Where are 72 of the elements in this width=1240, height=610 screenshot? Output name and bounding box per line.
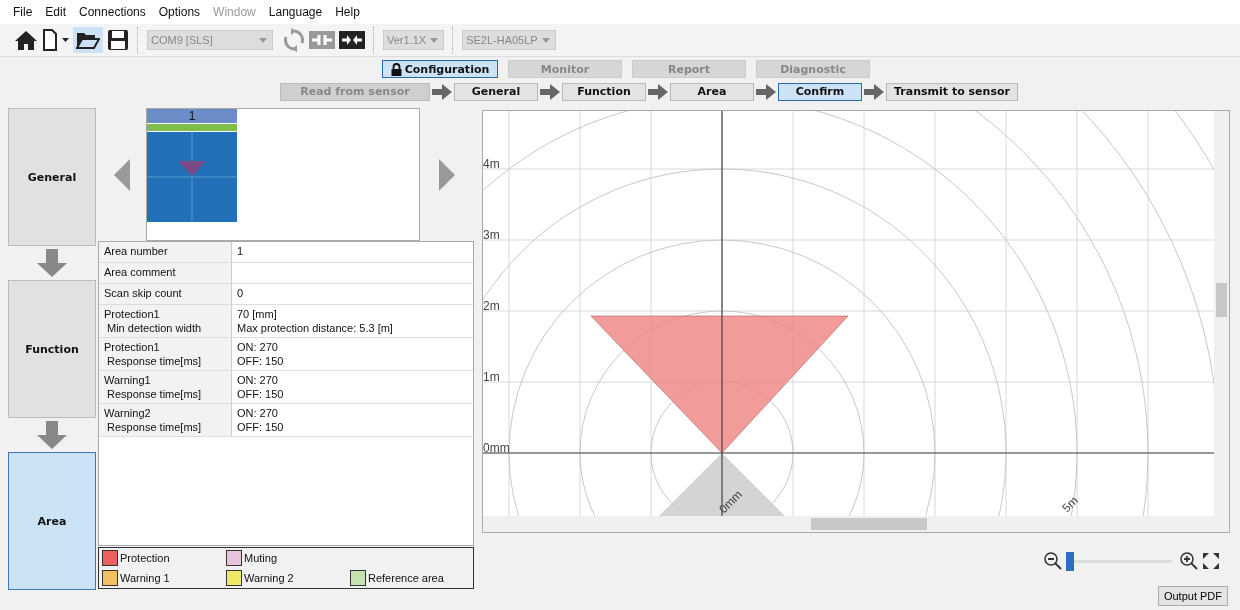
legend-label: Reference area (368, 572, 444, 584)
zoom-out-icon[interactable] (1044, 552, 1062, 570)
menu-item[interactable]: Options (158, 5, 201, 19)
output-pdf-button[interactable]: Output PDF (1157, 586, 1228, 606)
save-icon[interactable] (107, 29, 129, 51)
horizontal-scrollbar[interactable] (483, 516, 1229, 532)
zoom-in-icon[interactable] (1180, 552, 1198, 570)
property-value: OFF: 150 (237, 354, 285, 368)
property-value: OFF: 150 (237, 387, 285, 401)
arrow-right-icon (864, 83, 884, 100)
menu-item[interactable]: Help (335, 5, 360, 19)
sidebar-step-button[interactable]: General (8, 108, 96, 246)
step-button[interactable]: General (454, 82, 538, 101)
step-button[interactable]: Transmit to sensor (886, 82, 1018, 101)
property-label: Response time[ms] (106, 387, 203, 401)
property-label: Scan skip count (104, 286, 183, 300)
menu-item[interactable]: File (13, 5, 33, 19)
next-arrow-icon[interactable] (439, 158, 455, 191)
legend-label: Warning 1 (120, 572, 170, 584)
sidebar-step-button[interactable]: Function (8, 280, 96, 418)
property-label: Warning2 (104, 406, 152, 420)
arrow-right-icon (756, 83, 776, 100)
legend-label: Warning 2 (244, 572, 294, 584)
property-value: Max protection distance: 5.3 [m] (237, 321, 394, 335)
arrow-down-icon (37, 421, 67, 449)
property-label: Protection1 (104, 340, 161, 354)
distance-label: 4m (483, 157, 500, 171)
step-button[interactable]: Confirm (778, 82, 862, 101)
lock-icon (390, 62, 402, 76)
property-value: 0 (237, 286, 245, 300)
caret-icon[interactable] (62, 38, 69, 42)
previous-arrow-icon[interactable] (114, 158, 130, 191)
distance-label: 0mm (483, 441, 510, 455)
property-value: 1 (237, 244, 245, 258)
property-label: Protection1 (104, 307, 161, 321)
property-label: Warning1 (104, 373, 152, 387)
property-value: ON: 270 (237, 406, 279, 420)
distance-label: 3m (483, 228, 500, 242)
property-value: OFF: 150 (237, 420, 285, 434)
home-icon[interactable] (14, 29, 38, 51)
property-label: Min detection width (106, 321, 203, 335)
disconnect-icon[interactable] (339, 31, 365, 49)
new-file-icon[interactable] (42, 28, 58, 52)
property-label: Response time[ms] (106, 354, 203, 368)
area-thumbnail[interactable]: 1 (147, 109, 237, 222)
property-label: Area comment (104, 265, 177, 279)
area-number-label: 1 (147, 109, 237, 123)
vertical-scrollbar[interactable] (1214, 111, 1229, 516)
distance-label: 1m (483, 370, 500, 384)
property-value: ON: 270 (237, 340, 279, 354)
arrow-right-icon (648, 83, 668, 100)
arrow-right-icon (432, 83, 452, 100)
menu-item[interactable]: Connections (79, 5, 146, 19)
distance-label: 2m (483, 299, 500, 313)
legend-label: Muting (244, 552, 278, 564)
open-folder-button[interactable] (73, 27, 103, 53)
arc-distance-label: 5m (1059, 493, 1081, 516)
arrow-down-icon (37, 249, 67, 277)
fit-to-screen-icon[interactable] (1202, 552, 1220, 570)
legend-label: Protection (120, 552, 170, 564)
property-value: 70 [mm] (237, 307, 278, 321)
mode-tab[interactable]: Configuration (382, 60, 498, 78)
menu-item[interactable]: Language (268, 5, 323, 19)
sidebar-step-button[interactable]: Area (8, 452, 96, 590)
menu-item[interactable]: Edit (45, 5, 67, 19)
property-label: Area number (104, 244, 169, 258)
step-button[interactable]: Area (670, 82, 754, 101)
property-label: Response time[ms] (106, 420, 203, 434)
property-value: ON: 270 (237, 373, 279, 387)
refresh-icon[interactable] (283, 28, 305, 52)
arrow-right-icon (540, 83, 560, 100)
step-button[interactable]: Function (562, 82, 646, 101)
